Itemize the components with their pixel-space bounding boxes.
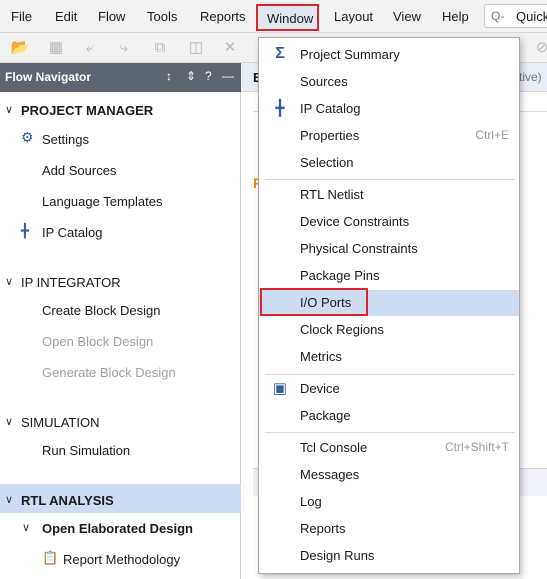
menu-item-device-constraints[interactable]: Device Constraints [259,209,519,235]
menu-item-physical-constraints[interactable]: Physical Constraints [259,236,519,262]
menu-item-design-runs[interactable]: Design Runs [259,543,519,569]
settings-icon[interactable]: ⊘ [532,39,547,57]
undo-icon[interactable]: ⤶ [80,39,100,57]
section-title: RTL ANALYSIS [21,493,114,508]
nav-item-create-block-design[interactable]: Create Block Design [42,303,161,318]
nav-item-add-sources[interactable]: Add Sources [42,163,116,178]
menu-separator [265,179,515,180]
chevron-down-icon: ∨ [5,416,14,428]
menu-help[interactable]: Help [442,9,469,24]
sigma-icon: Σ [275,45,285,62]
delete-icon[interactable]: ✕ [220,39,240,57]
menu-bar: File Edit Flow Tools Reports Window Layo… [0,0,547,33]
menu-separator [265,374,515,375]
quick-access-label: Quick [516,9,547,24]
flow-navigator-header: Flow Navigator ↕ ⇕ ? — [0,63,241,92]
nav-item-run-simulation[interactable]: Run Simulation [42,443,130,458]
menu-edit[interactable]: Edit [55,9,77,24]
shortcut-label: Ctrl+E [475,128,509,142]
menu-item-properties[interactable]: Properties Ctrl+E [259,123,519,149]
menu-item-rtl-netlist[interactable]: RTL Netlist [259,182,519,208]
nav-item-report-methodology[interactable]: Report Methodology [63,552,180,567]
open-folder-icon[interactable]: 📂 [10,39,30,57]
window-menu-dropdown: Σ Project Summary Sources ╋ IP Catalog P… [258,37,520,574]
nav-item-settings[interactable]: Settings [42,132,89,147]
menu-separator [265,432,515,433]
chevron-down-icon: ∨ [22,522,31,534]
menu-flow[interactable]: Flow [98,9,125,24]
menu-item-sources[interactable]: Sources [259,69,519,95]
menu-file[interactable]: File [11,9,32,24]
nav-item-open-block-design: Open Block Design [42,334,154,349]
expand-all-icon[interactable]: ⇕ [186,69,196,83]
flow-navigator-title: Flow Navigator [5,70,92,84]
search-icon: Q- [491,9,505,23]
menu-item-ip-catalog[interactable]: ╋ IP Catalog [259,96,519,122]
menu-item-metrics[interactable]: Metrics [259,344,519,370]
minimize-icon[interactable]: — [222,69,234,83]
menu-layout[interactable]: Layout [334,9,373,24]
nav-item-open-elaborated-design[interactable]: Open Elaborated Design [42,521,193,536]
menu-item-messages[interactable]: Messages [259,462,519,488]
collapse-all-icon[interactable]: ↕ [166,69,172,83]
save-icon[interactable]: ▦ [46,39,66,57]
copy-icon[interactable]: ⧉ [150,39,170,57]
menu-tools[interactable]: Tools [147,9,177,24]
report-icon: 📋 [42,550,59,565]
menu-item-log[interactable]: Log [259,489,519,515]
menu-item-tcl-console[interactable]: Tcl Console Ctrl+Shift+T [259,435,519,461]
section-title: PROJECT MANAGER [21,103,154,118]
menu-item-reports[interactable]: Reports [259,516,519,542]
ip-icon: ╋ [21,223,29,238]
menu-view[interactable]: View [393,9,421,24]
shortcut-label: Ctrl+Shift+T [444,440,509,454]
nav-item-generate-block-design: Generate Block Design [42,365,176,380]
chevron-down-icon: ∨ [5,494,14,506]
quick-access-search[interactable]: Q- Quick [484,4,547,28]
menu-item-selection[interactable]: Selection [259,150,519,176]
menu-item-package-pins[interactable]: Package Pins [259,263,519,289]
io-ports-highlight-box [260,288,368,316]
menu-item-project-summary[interactable]: Σ Project Summary [259,42,519,68]
nav-item-language-templates[interactable]: Language Templates [42,194,162,209]
section-title: SIMULATION [21,415,100,430]
menu-item-package[interactable]: Package [259,403,519,429]
menu-item-clock-regions[interactable]: Clock Regions [259,317,519,343]
section-title: IP INTEGRATOR [21,275,121,290]
menu-window[interactable]: Window [256,4,319,31]
menu-reports[interactable]: Reports [200,9,246,24]
chevron-down-icon: ∨ [5,104,14,116]
nav-item-ip-catalog[interactable]: IP Catalog [42,225,102,240]
help-icon[interactable]: ? [205,69,212,83]
chevron-down-icon: ∨ [5,276,14,288]
redo-icon[interactable]: ⤷ [114,39,134,57]
flow-navigator: Flow Navigator ↕ ⇕ ? — ∨ PROJECT MANAGER… [0,63,241,579]
paste-icon[interactable]: ◫ [186,39,206,57]
chip-icon: ▣ [272,380,288,397]
gear-icon: ⚙ [21,129,34,145]
ip-icon: ╋ [275,100,285,117]
menu-item-device[interactable]: ▣ Device [259,376,519,402]
